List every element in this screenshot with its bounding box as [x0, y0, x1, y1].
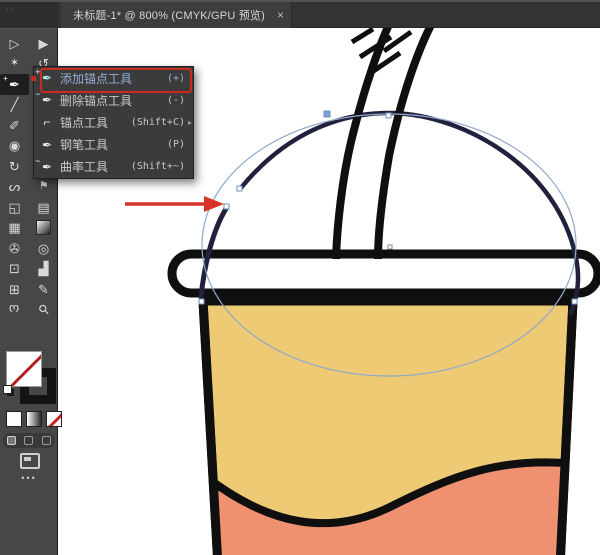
- draw-mode-switcher[interactable]: [3, 433, 55, 448]
- mesh-tool-icon[interactable]: ▦: [0, 218, 29, 239]
- draw-behind-icon[interactable]: [24, 436, 33, 445]
- annotation-red-dot: [31, 76, 36, 81]
- anchor-point[interactable]: [386, 113, 391, 118]
- screen-mode-button[interactable]: [20, 453, 40, 469]
- slice-tool-icon[interactable]: ✎: [29, 279, 58, 300]
- menu-item-anchor-point-tool[interactable]: ⌐ 锚点工具 (Shift+C): [34, 111, 193, 133]
- menu-item-delete-anchor[interactable]: −✒ 删除锚点工具 (-): [34, 89, 193, 111]
- rotate-tool-icon[interactable]: ↻: [0, 156, 29, 177]
- fill-color-chip-none[interactable]: [6, 351, 42, 387]
- window-top-edge: [0, 0, 600, 2]
- draw-inside-icon[interactable]: [42, 436, 51, 445]
- anchor-point[interactable]: [199, 299, 204, 304]
- free-transform-tool-icon[interactable]: ᔕ: [0, 177, 29, 198]
- pin-tool-icon[interactable]: ⚑: [29, 177, 58, 198]
- shape-builder-tool-icon[interactable]: ◱: [0, 197, 29, 218]
- cup-lid-rim-shape[interactable]: [172, 254, 598, 293]
- pen-tool-flyout-menu: +✒ 添加锚点工具 (+) −✒ 删除锚点工具 (-) ⌐ 锚点工具 (Shif…: [33, 66, 194, 179]
- symbol-sprayer-tool-icon[interactable]: ◎: [29, 238, 58, 259]
- column-graph-tool-icon[interactable]: ▟: [29, 259, 58, 280]
- eyedropper-tool-icon[interactable]: ✇: [0, 238, 29, 259]
- magic-wand-tool-icon[interactable]: ✶: [0, 54, 29, 75]
- gradient-mode-chip[interactable]: [26, 411, 42, 427]
- flyout-tearoff-arrow[interactable]: ▸: [188, 118, 192, 127]
- selection-tool-icon[interactable]: ▷: [0, 33, 29, 54]
- direct-selection-tool-icon[interactable]: ▶: [29, 33, 58, 54]
- gradient-chip: [36, 220, 51, 235]
- perspective-grid-tool-icon[interactable]: ▤: [29, 197, 58, 218]
- tab-close-icon[interactable]: ×: [277, 9, 284, 21]
- toolbar-header: ..: [0, 0, 58, 28]
- menu-item-add-anchor[interactable]: +✒ 添加锚点工具 (+): [34, 67, 193, 89]
- hand-tool-icon[interactable]: ω: [0, 300, 29, 321]
- default-fill-stroke-button[interactable]: [3, 385, 15, 397]
- anchor-point-tool-icon: ⌐: [34, 115, 60, 129]
- anchor-point[interactable]: [572, 299, 577, 304]
- menu-item-curvature-tool[interactable]: ~✒ 曲率工具 (Shift+~): [34, 156, 193, 178]
- curvature-pen-icon: ~✒: [34, 160, 60, 174]
- document-tab-bar: 未标题-1* @ 800% (CMYK/GPU 预览) ×: [58, 0, 600, 28]
- document-tab[interactable]: 未标题-1* @ 800% (CMYK/GPU 预览) ×: [61, 2, 292, 28]
- anchor-point-filled[interactable]: [324, 111, 330, 117]
- gradient-tool-icon[interactable]: [29, 218, 58, 239]
- menu-item-pen-tool[interactable]: ✒ 钢笔工具 (P): [34, 134, 193, 156]
- none-mode-chip[interactable]: [46, 411, 62, 427]
- toolbar-more-button[interactable]: •••: [0, 473, 58, 483]
- blob-brush-tool-icon[interactable]: ◉: [0, 136, 29, 157]
- artboard-tool-icon[interactable]: ⊞: [0, 279, 29, 300]
- toolbar-grip[interactable]: ..: [6, 2, 15, 12]
- add-anchor-pen-icon: +✒: [34, 71, 60, 85]
- zoom-tool-icon[interactable]: ⚲: [29, 300, 58, 321]
- pen-tool-active-icon[interactable]: +✒: [0, 74, 29, 95]
- draw-normal-icon[interactable]: [7, 436, 16, 445]
- touch-type-tool-icon[interactable]: ⊡: [0, 259, 29, 280]
- color-mode-chip[interactable]: [6, 411, 22, 427]
- paintbrush-tool-icon[interactable]: ✐: [0, 115, 29, 136]
- ellipse-center-point: [388, 245, 392, 249]
- anchor-point-arrow-target[interactable]: [224, 204, 229, 209]
- line-segment-tool-icon[interactable]: ╱: [0, 95, 29, 116]
- delete-anchor-pen-icon: −✒: [34, 93, 60, 107]
- pen-tool-icon: ✒: [34, 138, 60, 152]
- document-tab-title: 未标题-1* @ 800% (CMYK/GPU 预览): [73, 7, 265, 23]
- anchor-point[interactable]: [237, 186, 242, 191]
